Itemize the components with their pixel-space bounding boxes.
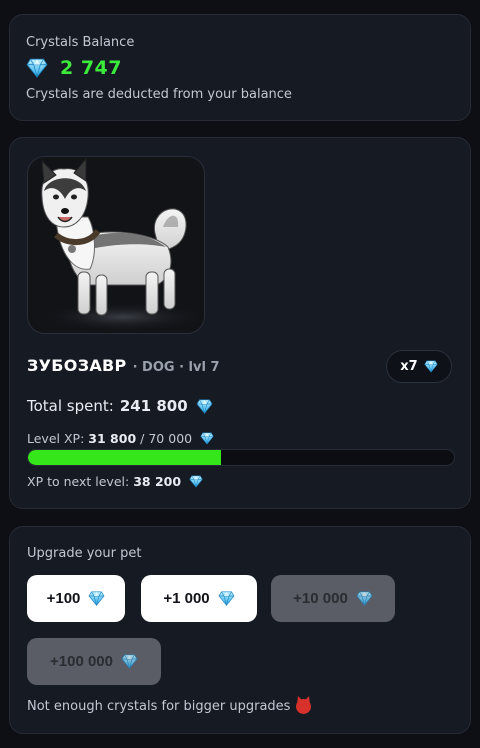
level-xp-label: Level XP: — [27, 431, 85, 446]
total-spent-label: Total spent: — [27, 397, 114, 415]
pet-name: ЗУБОЗАВР — [27, 356, 127, 375]
balance-label: Crystals Balance — [26, 35, 135, 50]
balance-row: 2 747 — [26, 55, 454, 81]
upgrade-1000-button[interactable]: +1 000 — [141, 575, 257, 622]
upgrade-100000-button[interactable]: +100 000 — [27, 638, 161, 685]
level-xp-row: Level XP: 31 800 / 70 000 — [27, 431, 214, 446]
balance-note: Crystals are deducted from your balance — [26, 87, 292, 102]
upgrade-note: Not enough crystals for bigger upgrades — [27, 699, 312, 714]
devil-face-icon — [296, 699, 312, 714]
upgrade-title: Upgrade your pet — [27, 546, 142, 561]
level-xp-current: 31 800 — [88, 431, 137, 446]
xp-progress-fill — [28, 450, 222, 465]
multiplier-badge: x7 — [386, 350, 452, 383]
upgrade-100-button[interactable]: +100 — [27, 575, 125, 622]
multiplier-value: x7 — [400, 359, 418, 374]
pet-meta: · DOG · lvl 7 — [132, 360, 220, 375]
crystal-icon — [424, 360, 438, 373]
crystal-icon — [356, 591, 373, 606]
balance-value: 2 747 — [60, 57, 122, 79]
level-xp-max: 70 000 — [148, 431, 193, 446]
crystal-icon — [196, 399, 213, 414]
xp-next-value: 38 200 — [133, 474, 182, 489]
crystal-icon — [200, 432, 214, 445]
level-xp-separator: / — [140, 431, 145, 446]
crystal-icon — [88, 591, 105, 606]
total-spent-row: Total spent: 241 800 — [27, 397, 213, 415]
crystal-icon — [189, 475, 203, 488]
crystal-icon — [218, 591, 235, 606]
pet-title-row: ЗУБОЗАВР · DOG · lvl 7 — [27, 356, 220, 375]
husky-dog-image — [27, 156, 205, 334]
crystal-icon — [121, 654, 138, 669]
upgrade-note-text: Not enough crystals for bigger upgrades — [27, 699, 291, 714]
balance-card: Crystals Balance 2 747 Crystals are dedu… — [9, 14, 471, 121]
upgrade-10000-button[interactable]: +10 000 — [271, 575, 395, 622]
xp-next-row: XP to next level: 38 200 — [27, 474, 203, 489]
pet-card: ЗУБОЗАВР · DOG · lvl 7 x7 Total spent: 2… — [9, 137, 471, 509]
upgrade-100-label: +100 — [46, 590, 81, 607]
upgrade-card: Upgrade your pet +100 +1 000 +10 000 +10… — [9, 526, 471, 734]
upgrade-10000-label: +10 000 — [293, 590, 348, 607]
xp-next-label: XP to next level: — [27, 474, 130, 489]
upgrade-100000-label: +100 000 — [50, 653, 113, 670]
xp-progress-bar — [27, 449, 455, 466]
crystal-icon — [26, 58, 48, 78]
total-spent-value: 241 800 — [119, 397, 188, 415]
upgrade-1000-label: +1 000 — [163, 590, 210, 607]
